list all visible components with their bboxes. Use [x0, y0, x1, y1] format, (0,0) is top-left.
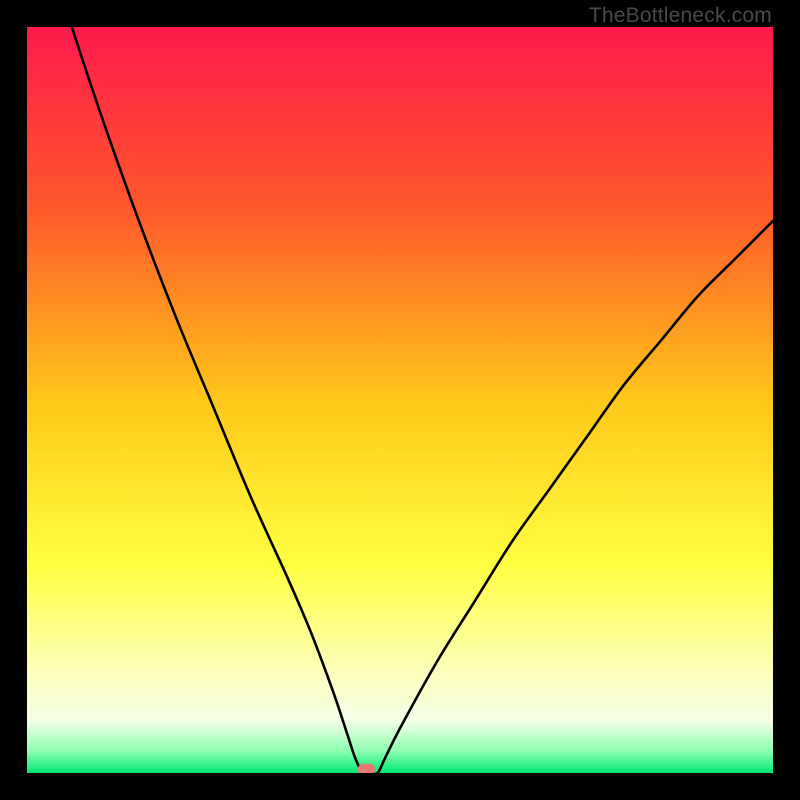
- plot-area: [27, 27, 773, 773]
- gradient-background: [27, 27, 773, 773]
- watermark-text: TheBottleneck.com: [589, 4, 772, 28]
- chart-svg: [27, 27, 773, 773]
- chart-container: TheBottleneck.com: [0, 0, 800, 800]
- optimal-marker: [358, 764, 375, 773]
